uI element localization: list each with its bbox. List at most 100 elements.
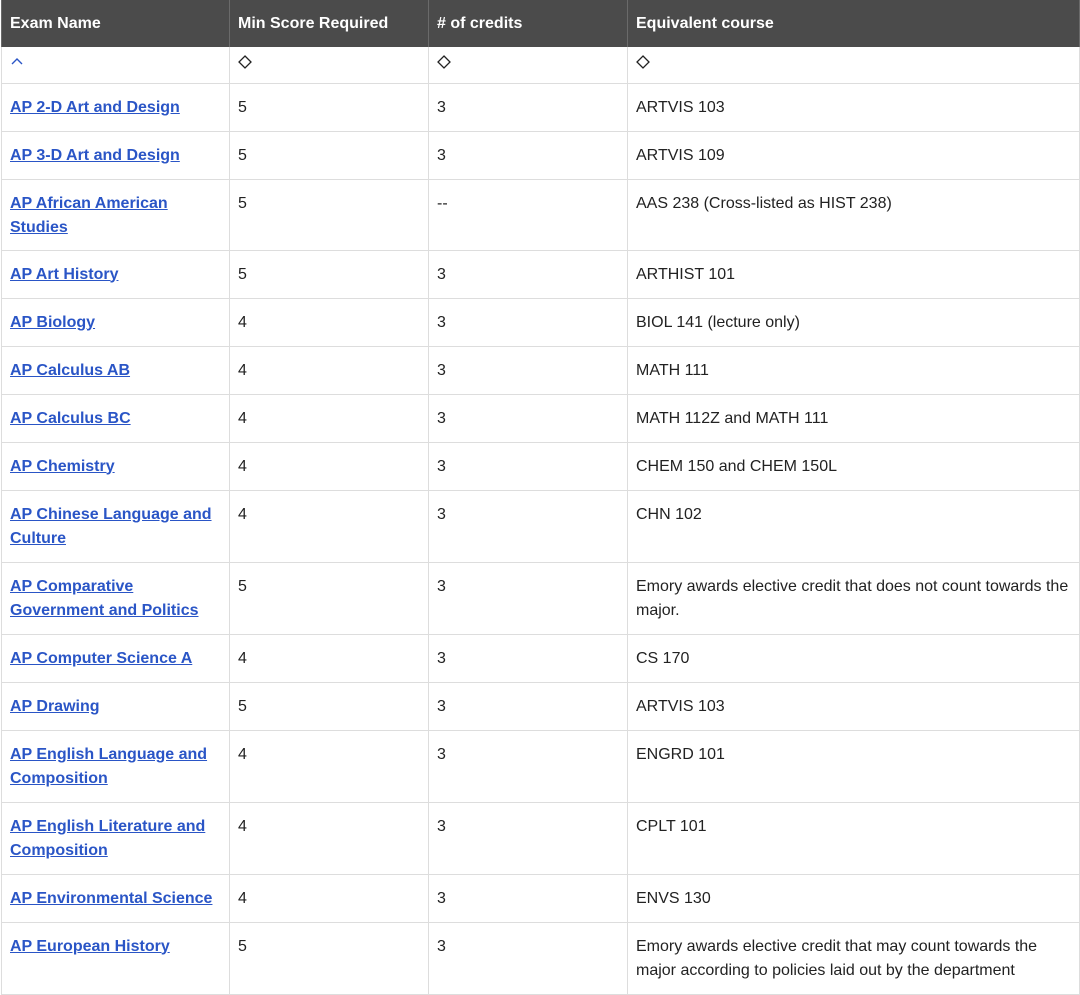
credits-cell: -- xyxy=(428,178,628,251)
exam-name-cell: AP Calculus BC xyxy=(1,393,230,443)
table-header-row: Exam Name Min Score Required # of credit… xyxy=(1,0,1080,47)
table-row: AP Drawing 5 3 ARTVIS 103 xyxy=(1,681,1080,731)
min-score-cell: 5 xyxy=(229,130,429,180)
table-row: AP European History 5 3 Emory awards ele… xyxy=(1,921,1080,995)
table-row: AP 2-D Art and Design 5 3 ARTVIS 103 xyxy=(1,82,1080,132)
equivalent-course-cell: MATH 112Z and MATH 111 xyxy=(627,393,1080,443)
table-row: AP African American Studies 5 -- AAS 238… xyxy=(1,178,1080,251)
table-row: AP Environmental Science 4 3 ENVS 130 xyxy=(1,873,1080,923)
exam-link[interactable]: AP Drawing xyxy=(10,698,100,715)
sort-cell-exam-name xyxy=(1,47,230,84)
exam-link[interactable]: AP Computer Science A xyxy=(10,650,192,667)
sort-controls-row xyxy=(1,47,1080,84)
ap-credit-table: Exam Name Min Score Required # of credit… xyxy=(1,0,1080,995)
equivalent-course-cell: ENVS 130 xyxy=(627,873,1080,923)
min-score-cell: 5 xyxy=(229,249,429,299)
exam-name-cell: AP Comparative Government and Politics xyxy=(1,561,230,635)
min-score-cell: 5 xyxy=(229,561,429,635)
equivalent-course-cell: CHEM 150 and CHEM 150L xyxy=(627,441,1080,491)
exam-link[interactable]: AP English Language and Composition xyxy=(10,746,207,787)
header-equivalent-course[interactable]: Equivalent course xyxy=(627,0,1080,47)
exam-name-cell: AP Chemistry xyxy=(1,441,230,491)
sort-cell-min-score xyxy=(229,47,429,84)
credits-cell: 3 xyxy=(428,873,628,923)
credits-cell: 3 xyxy=(428,249,628,299)
exam-name-cell: AP Drawing xyxy=(1,681,230,731)
credits-cell: 3 xyxy=(428,729,628,803)
equivalent-course-cell: Emory awards elective credit that does n… xyxy=(627,561,1080,635)
credits-cell: 3 xyxy=(428,801,628,875)
exam-link[interactable]: AP Calculus AB xyxy=(10,362,130,379)
exam-link[interactable]: AP English Literature and Composition xyxy=(10,818,205,859)
min-score-cell: 4 xyxy=(229,489,429,563)
header-credits[interactable]: # of credits xyxy=(428,0,628,47)
exam-link[interactable]: AP 3-D Art and Design xyxy=(10,147,180,164)
min-score-cell: 4 xyxy=(229,393,429,443)
sort-both-icon[interactable] xyxy=(636,55,650,70)
sort-cell-credits xyxy=(428,47,628,84)
exam-link[interactable]: AP Chemistry xyxy=(10,458,115,475)
header-exam-name[interactable]: Exam Name xyxy=(1,0,230,47)
min-score-cell: 4 xyxy=(229,297,429,347)
table-row: AP Art History 5 3 ARTHIST 101 xyxy=(1,249,1080,299)
table-row: AP Computer Science A 4 3 CS 170 xyxy=(1,633,1080,683)
equivalent-course-cell: AAS 238 (Cross-listed as HIST 238) xyxy=(627,178,1080,251)
sort-both-icon[interactable] xyxy=(238,55,252,70)
min-score-cell: 4 xyxy=(229,873,429,923)
exam-link[interactable]: AP African American Studies xyxy=(10,195,168,236)
sort-cell-equivalent-course xyxy=(627,47,1080,84)
exam-name-cell: AP English Literature and Composition xyxy=(1,801,230,875)
table-row: AP Chemistry 4 3 CHEM 150 and CHEM 150L xyxy=(1,441,1080,491)
equivalent-course-cell: ENGRD 101 xyxy=(627,729,1080,803)
exam-name-cell: AP Biology xyxy=(1,297,230,347)
table-row: AP Comparative Government and Politics 5… xyxy=(1,561,1080,635)
min-score-cell: 4 xyxy=(229,441,429,491)
exam-name-cell: AP Art History xyxy=(1,249,230,299)
table-row: AP Biology 4 3 BIOL 141 (lecture only) xyxy=(1,297,1080,347)
exam-name-cell: AP Computer Science A xyxy=(1,633,230,683)
exam-name-cell: AP 2-D Art and Design xyxy=(1,82,230,132)
min-score-cell: 5 xyxy=(229,921,429,995)
exam-link[interactable]: AP Comparative Government and Politics xyxy=(10,578,198,619)
equivalent-course-cell: ARTVIS 103 xyxy=(627,681,1080,731)
chevron-up-icon[interactable] xyxy=(10,55,24,69)
credits-cell: 3 xyxy=(428,297,628,347)
equivalent-course-cell: ARTVIS 103 xyxy=(627,82,1080,132)
exam-name-cell: AP African American Studies xyxy=(1,178,230,251)
exam-link[interactable]: AP Art History xyxy=(10,266,118,283)
credits-cell: 3 xyxy=(428,345,628,395)
table-row: AP 3-D Art and Design 5 3 ARTVIS 109 xyxy=(1,130,1080,180)
exam-name-cell: AP Chinese Language and Culture xyxy=(1,489,230,563)
exam-link[interactable]: AP Environmental Science xyxy=(10,890,212,907)
exam-name-cell: AP Calculus AB xyxy=(1,345,230,395)
credits-cell: 3 xyxy=(428,82,628,132)
min-score-cell: 5 xyxy=(229,681,429,731)
credits-cell: 3 xyxy=(428,921,628,995)
equivalent-course-cell: CS 170 xyxy=(627,633,1080,683)
exam-link[interactable]: AP Chinese Language and Culture xyxy=(10,506,212,547)
table-row: AP Calculus BC 4 3 MATH 112Z and MATH 11… xyxy=(1,393,1080,443)
exam-link[interactable]: AP Calculus BC xyxy=(10,410,131,427)
credits-cell: 3 xyxy=(428,441,628,491)
sort-both-icon[interactable] xyxy=(437,55,451,70)
exam-link[interactable]: AP 2-D Art and Design xyxy=(10,99,180,116)
exam-link[interactable]: AP European History xyxy=(10,938,170,955)
table-row: AP Chinese Language and Culture 4 3 CHN … xyxy=(1,489,1080,563)
min-score-cell: 5 xyxy=(229,82,429,132)
min-score-cell: 4 xyxy=(229,729,429,803)
credits-cell: 3 xyxy=(428,489,628,563)
table-row: AP English Literature and Composition 4 … xyxy=(1,801,1080,875)
min-score-cell: 4 xyxy=(229,801,429,875)
credits-cell: 3 xyxy=(428,681,628,731)
exam-name-cell: AP 3-D Art and Design xyxy=(1,130,230,180)
equivalent-course-cell: CPLT 101 xyxy=(627,801,1080,875)
equivalent-course-cell: ARTVIS 109 xyxy=(627,130,1080,180)
credits-cell: 3 xyxy=(428,393,628,443)
header-min-score[interactable]: Min Score Required xyxy=(229,0,429,47)
exam-link[interactable]: AP Biology xyxy=(10,314,95,331)
exam-name-cell: AP European History xyxy=(1,921,230,995)
equivalent-course-cell: Emory awards elective credit that may co… xyxy=(627,921,1080,995)
exam-name-cell: AP English Language and Composition xyxy=(1,729,230,803)
equivalent-course-cell: ARTHIST 101 xyxy=(627,249,1080,299)
min-score-cell: 4 xyxy=(229,633,429,683)
